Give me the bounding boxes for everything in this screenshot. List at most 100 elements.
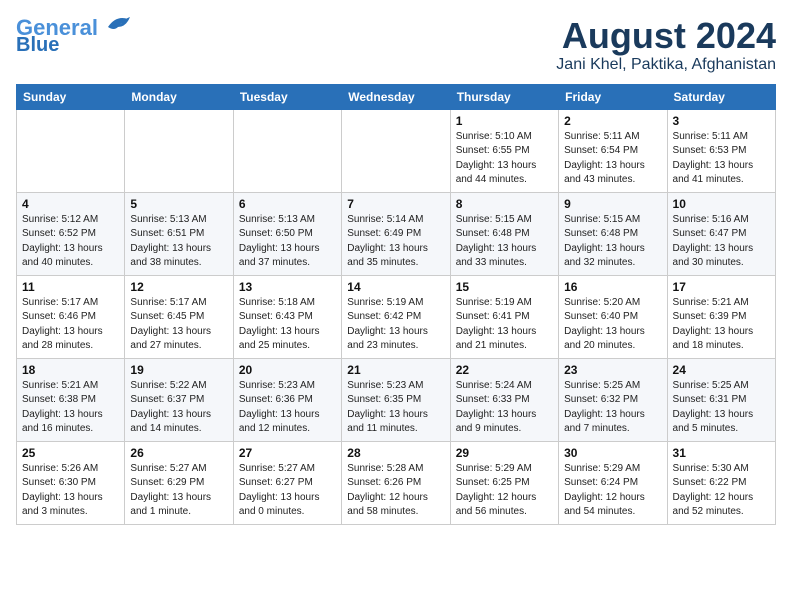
calendar-cell: 22Sunrise: 5:24 AM Sunset: 6:33 PM Dayli…: [450, 358, 558, 441]
calendar-cell: 28 Sunrise: 5:28 AM Sunset: 6:26 PM Dayli…: [342, 441, 450, 524]
calendar-cell: 12 Sunrise: 5:17 AM Sunset: 6:45 PM Dayli…: [125, 275, 233, 358]
calendar-table: SundayMondayTuesdayWednesdayThursdayFrid…: [16, 84, 776, 525]
logo: General Blue: [16, 16, 132, 56]
day-number: 6: [239, 197, 336, 211]
calendar-cell: 17 Sunrise: 5:21 AM Sunset: 6:39 PM Dayli…: [667, 275, 775, 358]
day-info: Sunrise: 5:18 AM Sunset: 6:43 PM Dayligh…: [239, 296, 336, 354]
calendar-cell: 10Sunrise: 5:16 AM Sunset: 6:47 PM Dayli…: [667, 192, 775, 275]
calendar-cell: 11 Sunrise: 5:17 AM Sunset: 6:46 PM Dayli…: [17, 275, 125, 358]
calendar-cell: [17, 109, 125, 192]
calendar-cell: 20 Sunrise: 5:23 AM Sunset: 6:36 PM Dayli…: [233, 358, 341, 441]
day-info: Sunrise: 5:28 AM Sunset: 6:26 PM Dayligh…: [347, 462, 444, 520]
day-number: 3: [673, 114, 770, 128]
page-header: General Blue August 2024 Jani Khel, Pakt…: [16, 16, 776, 74]
weekday-header-thursday: Thursday: [450, 84, 558, 109]
day-info: Sunrise: 5:23 AM Sunset: 6:35 PM Dayligh…: [347, 379, 444, 437]
calendar-cell: 13 Sunrise: 5:18 AM Sunset: 6:43 PM Dayli…: [233, 275, 341, 358]
day-number: 2: [564, 114, 661, 128]
calendar-cell: 2 Sunrise: 5:11 AM Sunset: 6:54 PM Daylig…: [559, 109, 667, 192]
calendar-week-row: 18Sunrise: 5:21 AM Sunset: 6:38 PM Dayli…: [17, 358, 776, 441]
calendar-header-row: SundayMondayTuesdayWednesdayThursdayFrid…: [17, 84, 776, 109]
day-number: 9: [564, 197, 661, 211]
day-number: 7: [347, 197, 444, 211]
calendar-cell: 6 Sunrise: 5:13 AM Sunset: 6:50 PM Daylig…: [233, 192, 341, 275]
calendar-cell: 7Sunrise: 5:14 AM Sunset: 6:49 PM Daylig…: [342, 192, 450, 275]
day-info: Sunrise: 5:21 AM Sunset: 6:39 PM Dayligh…: [673, 296, 770, 354]
calendar-week-row: 1 Sunrise: 5:10 AM Sunset: 6:55 PM Daylig…: [17, 109, 776, 192]
day-info: Sunrise: 5:10 AM Sunset: 6:55 PM Dayligh…: [456, 130, 553, 188]
weekday-header-wednesday: Wednesday: [342, 84, 450, 109]
day-info: Sunrise: 5:17 AM Sunset: 6:46 PM Dayligh…: [22, 296, 119, 354]
day-info: Sunrise: 5:30 AM Sunset: 6:22 PM Dayligh…: [673, 462, 770, 520]
weekday-header-friday: Friday: [559, 84, 667, 109]
day-info: Sunrise: 5:19 AM Sunset: 6:42 PM Dayligh…: [347, 296, 444, 354]
day-number: 4: [22, 197, 119, 211]
logo-bird-icon: [100, 13, 132, 35]
day-info: Sunrise: 5:23 AM Sunset: 6:36 PM Dayligh…: [239, 379, 336, 437]
day-info: Sunrise: 5:27 AM Sunset: 6:27 PM Dayligh…: [239, 462, 336, 520]
day-info: Sunrise: 5:11 AM Sunset: 6:54 PM Dayligh…: [564, 130, 661, 188]
weekday-header-saturday: Saturday: [667, 84, 775, 109]
day-number: 27: [239, 446, 336, 460]
calendar-cell: 15 Sunrise: 5:19 AM Sunset: 6:41 PM Dayli…: [450, 275, 558, 358]
day-number: 24: [673, 363, 770, 377]
day-info: Sunrise: 5:27 AM Sunset: 6:29 PM Dayligh…: [130, 462, 227, 520]
day-info: Sunrise: 5:25 AM Sunset: 6:31 PM Dayligh…: [673, 379, 770, 437]
day-number: 12: [130, 280, 227, 294]
calendar-cell: 31 Sunrise: 5:30 AM Sunset: 6:22 PM Dayli…: [667, 441, 775, 524]
day-info: Sunrise: 5:24 AM Sunset: 6:33 PM Dayligh…: [456, 379, 553, 437]
day-number: 31: [673, 446, 770, 460]
day-number: 23: [564, 363, 661, 377]
calendar-cell: 3Sunrise: 5:11 AM Sunset: 6:53 PM Daylig…: [667, 109, 775, 192]
day-number: 15: [456, 280, 553, 294]
day-info: Sunrise: 5:15 AM Sunset: 6:48 PM Dayligh…: [564, 213, 661, 271]
calendar-cell: 1 Sunrise: 5:10 AM Sunset: 6:55 PM Daylig…: [450, 109, 558, 192]
day-number: 28: [347, 446, 444, 460]
day-number: 26: [130, 446, 227, 460]
day-info: Sunrise: 5:17 AM Sunset: 6:45 PM Dayligh…: [130, 296, 227, 354]
calendar-cell: 9 Sunrise: 5:15 AM Sunset: 6:48 PM Daylig…: [559, 192, 667, 275]
location-subtitle: Jani Khel, Paktika, Afghanistan: [556, 56, 776, 74]
month-year-title: August 2024: [556, 16, 776, 56]
day-number: 29: [456, 446, 553, 460]
calendar-cell: 25Sunrise: 5:26 AM Sunset: 6:30 PM Dayli…: [17, 441, 125, 524]
day-number: 13: [239, 280, 336, 294]
day-info: Sunrise: 5:20 AM Sunset: 6:40 PM Dayligh…: [564, 296, 661, 354]
calendar-cell: [233, 109, 341, 192]
day-info: Sunrise: 5:13 AM Sunset: 6:50 PM Dayligh…: [239, 213, 336, 271]
logo-blue-text: Blue: [16, 34, 59, 56]
calendar-cell: [342, 109, 450, 192]
day-number: 17: [673, 280, 770, 294]
day-number: 25: [22, 446, 119, 460]
day-number: 20: [239, 363, 336, 377]
day-info: Sunrise: 5:16 AM Sunset: 6:47 PM Dayligh…: [673, 213, 770, 271]
calendar-week-row: 25Sunrise: 5:26 AM Sunset: 6:30 PM Dayli…: [17, 441, 776, 524]
day-info: Sunrise: 5:12 AM Sunset: 6:52 PM Dayligh…: [22, 213, 119, 271]
calendar-cell: 4 Sunrise: 5:12 AM Sunset: 6:52 PM Daylig…: [17, 192, 125, 275]
day-info: Sunrise: 5:21 AM Sunset: 6:38 PM Dayligh…: [22, 379, 119, 437]
day-info: Sunrise: 5:13 AM Sunset: 6:51 PM Dayligh…: [130, 213, 227, 271]
calendar-cell: 14 Sunrise: 5:19 AM Sunset: 6:42 PM Dayli…: [342, 275, 450, 358]
calendar-cell: 23 Sunrise: 5:25 AM Sunset: 6:32 PM Dayli…: [559, 358, 667, 441]
day-number: 8: [456, 197, 553, 211]
day-info: Sunrise: 5:19 AM Sunset: 6:41 PM Dayligh…: [456, 296, 553, 354]
calendar-cell: 8 Sunrise: 5:15 AM Sunset: 6:48 PM Daylig…: [450, 192, 558, 275]
day-number: 11: [22, 280, 119, 294]
day-info: Sunrise: 5:15 AM Sunset: 6:48 PM Dayligh…: [456, 213, 553, 271]
calendar-week-row: 4 Sunrise: 5:12 AM Sunset: 6:52 PM Daylig…: [17, 192, 776, 275]
day-number: 19: [130, 363, 227, 377]
weekday-header-monday: Monday: [125, 84, 233, 109]
day-number: 14: [347, 280, 444, 294]
calendar-cell: 30Sunrise: 5:29 AM Sunset: 6:24 PM Dayli…: [559, 441, 667, 524]
day-number: 1: [456, 114, 553, 128]
weekday-header-sunday: Sunday: [17, 84, 125, 109]
calendar-cell: 26 Sunrise: 5:27 AM Sunset: 6:29 PM Dayli…: [125, 441, 233, 524]
weekday-header-tuesday: Tuesday: [233, 84, 341, 109]
day-info: Sunrise: 5:29 AM Sunset: 6:25 PM Dayligh…: [456, 462, 553, 520]
day-number: 21: [347, 363, 444, 377]
calendar-cell: 19Sunrise: 5:22 AM Sunset: 6:37 PM Dayli…: [125, 358, 233, 441]
day-number: 30: [564, 446, 661, 460]
day-number: 5: [130, 197, 227, 211]
day-info: Sunrise: 5:25 AM Sunset: 6:32 PM Dayligh…: [564, 379, 661, 437]
title-block: August 2024 Jani Khel, Paktika, Afghanis…: [556, 16, 776, 74]
